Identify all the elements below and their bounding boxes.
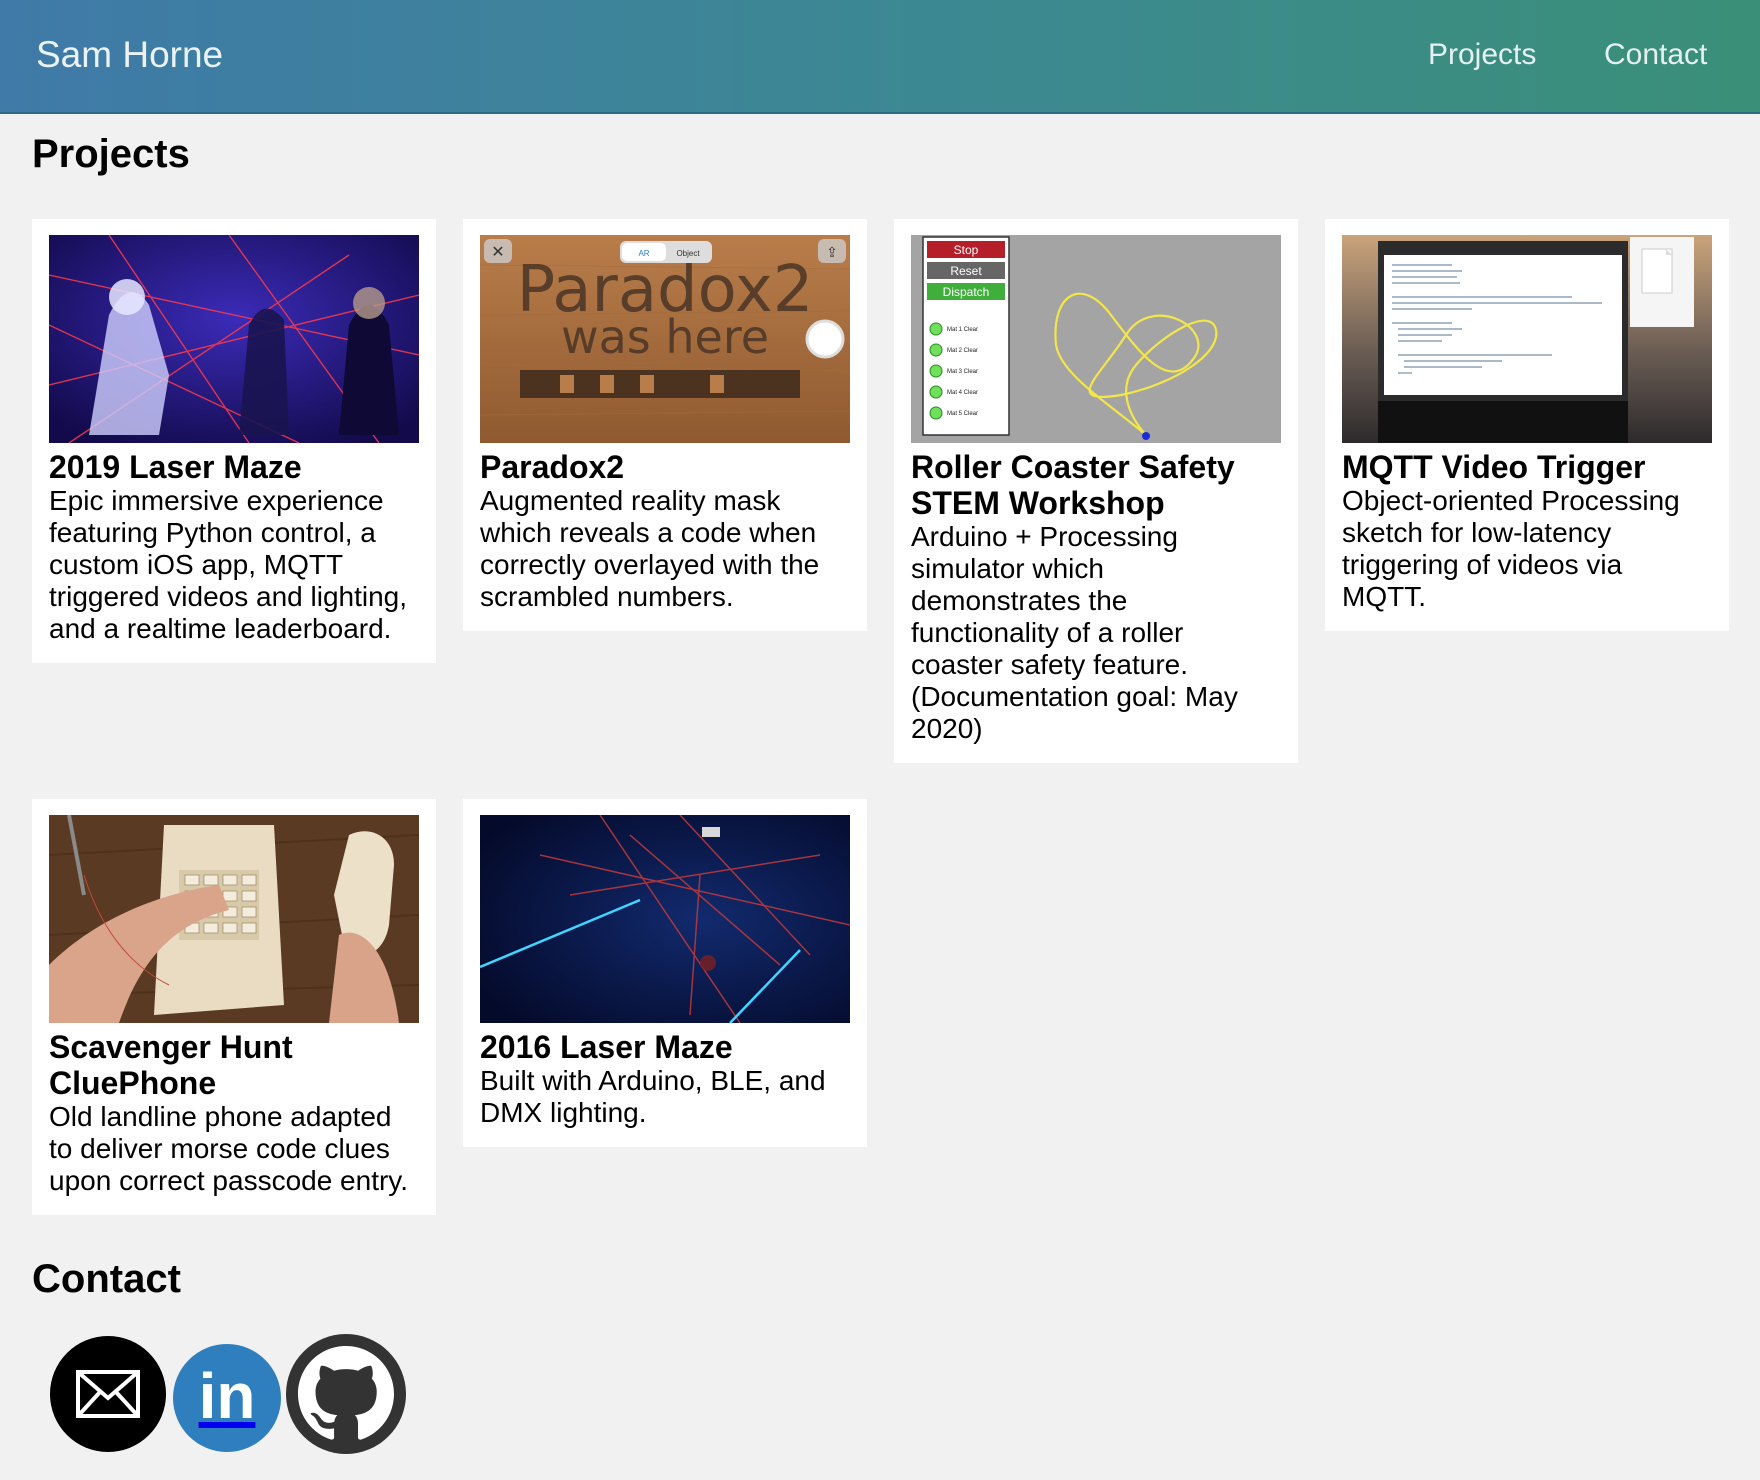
- mat-status: Mat 5 Clear: [947, 411, 978, 417]
- project-title[interactable]: 2016 Laser Maze: [480, 1029, 850, 1065]
- project-description: Arduino + Processing simulator which dem…: [911, 521, 1238, 744]
- paradox2-thumbnail[interactable]: Paradox2 was here ✕ AR Object ⇪: [480, 235, 850, 443]
- projects-heading: Projects: [32, 132, 190, 176]
- project-title[interactable]: MQTT Video Trigger: [1342, 449, 1712, 485]
- envelope-icon: [76, 1370, 140, 1418]
- project-description: Epic immersive experience featuring Pyth…: [49, 485, 408, 644]
- project-card-paradox2[interactable]: Paradox2 was here ✕ AR Object ⇪ Paradox2…: [463, 219, 867, 631]
- stop-button[interactable]: Stop: [954, 243, 979, 257]
- project-title[interactable]: Scavenger Hunt CluePhone: [49, 1029, 419, 1101]
- project-card-2019-laser-maze[interactable]: 2019 Laser Maze Epic immersive experienc…: [32, 219, 436, 663]
- project-card-mqtt-video-trigger[interactable]: MQTT Video Trigger Object-oriented Proce…: [1325, 219, 1729, 631]
- share-icon[interactable]: ⇪: [826, 244, 838, 260]
- project-title[interactable]: 2019 Laser Maze: [49, 449, 419, 485]
- project-card-roller-coaster[interactable]: Stop Reset Dispatch Mat 1 Clear Mat 2 Cl…: [894, 219, 1298, 763]
- nav-link-contact[interactable]: Contact: [1604, 38, 1707, 72]
- cluephone-thumbnail[interactable]: [49, 815, 419, 1023]
- mat-status: Mat 4 Clear: [947, 390, 978, 396]
- project-description: Old landline phone adapted to deliver mo…: [49, 1101, 409, 1196]
- navbar: Sam Horne Projects Contact: [0, 0, 1760, 114]
- reset-button[interactable]: Reset: [950, 264, 982, 278]
- github-link[interactable]: [286, 1334, 406, 1454]
- laser-maze-2019-thumbnail[interactable]: [49, 235, 419, 443]
- linkedin-icon: in: [198, 1360, 256, 1432]
- nav-link-projects[interactable]: Projects: [1428, 38, 1536, 72]
- mqtt-video-trigger-thumbnail[interactable]: [1342, 235, 1712, 443]
- capture-button-icon[interactable]: [805, 319, 845, 359]
- ar-tab[interactable]: AR: [638, 249, 649, 258]
- project-card-2016-laser-maze[interactable]: 2016 Laser Maze Built with Arduino, BLE,…: [463, 799, 867, 1147]
- dispatch-button[interactable]: Dispatch: [943, 285, 990, 299]
- object-tab[interactable]: Object: [676, 249, 700, 258]
- linkedin-link[interactable]: in: [173, 1344, 281, 1452]
- mat-status: Mat 3 Clear: [947, 369, 978, 375]
- project-description: Built with Arduino, BLE, and DMX lightin…: [480, 1065, 826, 1128]
- project-description: Object-oriented Processing sketch for lo…: [1342, 485, 1680, 612]
- contact-heading: Contact: [32, 1257, 181, 1301]
- close-icon[interactable]: ✕: [491, 244, 504, 261]
- project-card-cluephone[interactable]: Scavenger Hunt CluePhone Old landline ph…: [32, 799, 436, 1215]
- project-title[interactable]: Roller Coaster Safety STEM Workshop: [911, 449, 1281, 521]
- email-link[interactable]: [50, 1336, 166, 1452]
- project-title[interactable]: Paradox2: [480, 449, 850, 485]
- mat-status: Mat 1 Clear: [947, 327, 978, 333]
- roller-coaster-thumbnail[interactable]: Stop Reset Dispatch Mat 1 Clear Mat 2 Cl…: [911, 235, 1281, 443]
- project-description: Augmented reality mask which reveals a c…: [480, 485, 820, 612]
- paradox-overlay-line2: was here: [561, 310, 769, 364]
- brand-link[interactable]: Sam Horne: [36, 34, 223, 76]
- laser-maze-2016-thumbnail[interactable]: [480, 815, 850, 1023]
- mat-status: Mat 2 Clear: [947, 348, 978, 354]
- github-icon: [298, 1346, 394, 1440]
